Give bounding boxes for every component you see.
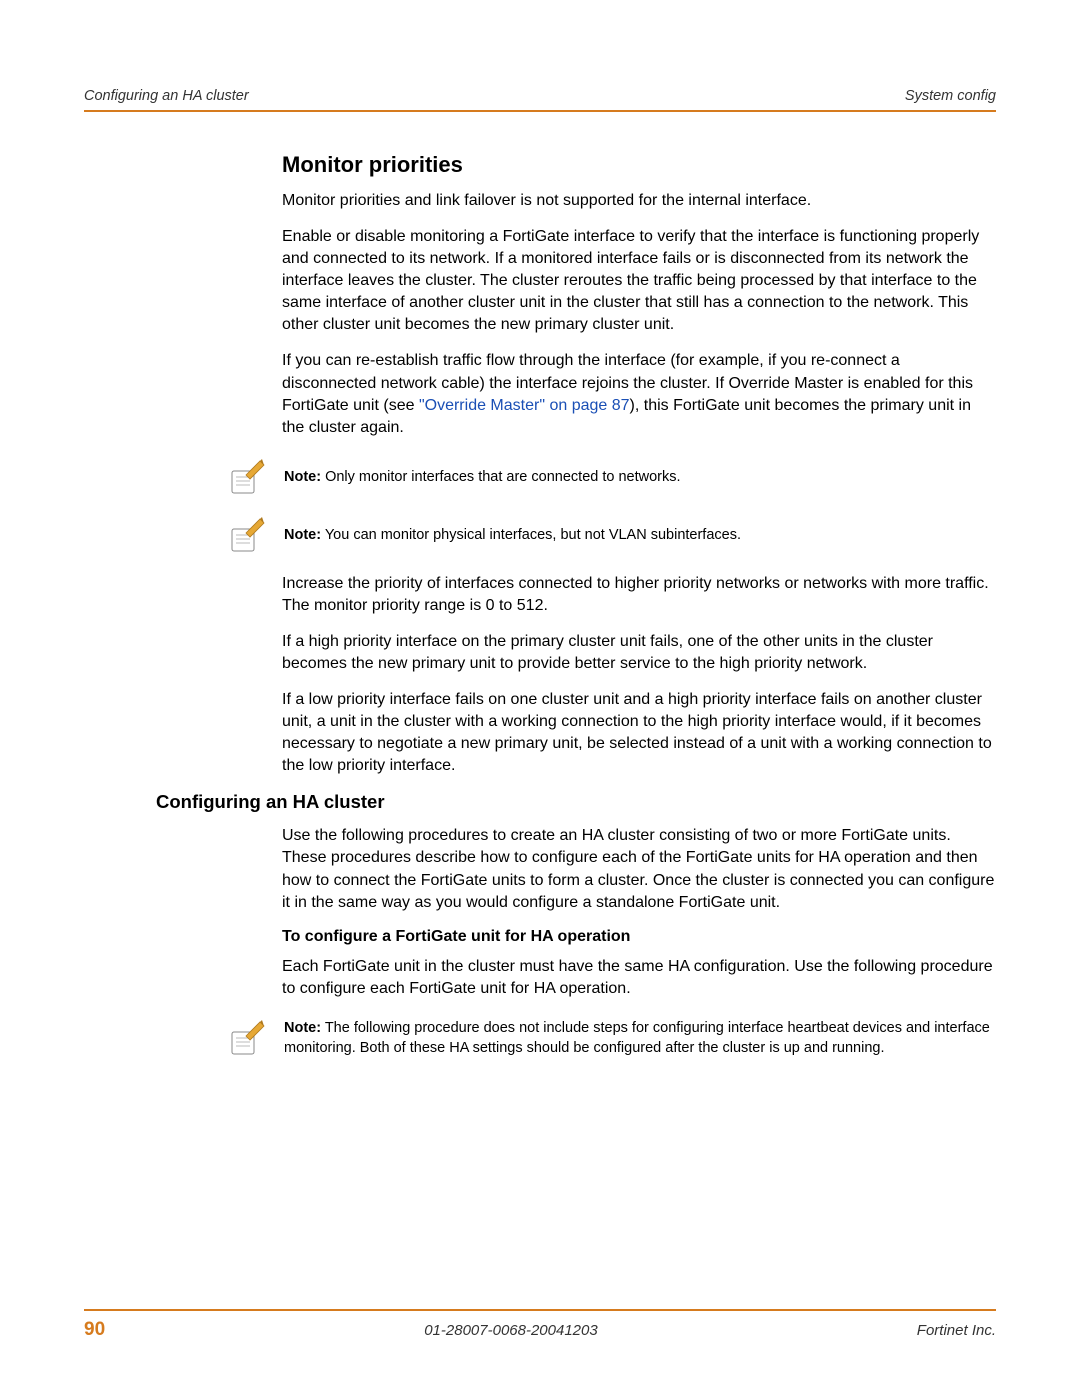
paragraph: If a high priority interface on the prim… [282,631,996,675]
page-footer: 90 01-28007-0068-20041203 Fortinet Inc. [84,1309,996,1341]
heading-monitor-priorities: Monitor priorities [282,152,996,178]
footer-line: 90 01-28007-0068-20041203 Fortinet Inc. [84,1319,996,1341]
company-name: Fortinet Inc. [917,1322,996,1339]
paragraph: Increase the priority of interfaces conn… [282,573,996,617]
note-pencil-icon [226,457,266,497]
heading-configuring-ha-cluster: Configuring an HA cluster [156,791,996,813]
note-pencil-icon [226,515,266,555]
note-label: Note: [284,1020,321,1036]
note-text: Note: You can monitor physical interface… [284,525,741,545]
note-body: Only monitor interfaces that are connect… [321,469,680,485]
paragraph: Enable or disable monitoring a FortiGate… [282,226,996,336]
paragraph: Each FortiGate unit in the cluster must … [282,956,996,1000]
note-label: Note: [284,527,321,543]
note-text: Note: Only monitor interfaces that are c… [284,467,681,487]
note-text: Note: The following procedure does not i… [284,1018,996,1059]
header-rule [84,110,996,112]
cross-reference-link[interactable]: "Override Master" on page 87 [419,397,630,414]
document-id: 01-28007-0068-20041203 [424,1322,598,1339]
page-number: 90 [84,1319,105,1341]
note-block: Note: You can monitor physical interface… [226,515,996,555]
note-body: The following procedure does not include… [284,1020,990,1056]
note-body: You can monitor physical interfaces, but… [321,527,741,543]
content-area: Monitor priorities Monitor priorities an… [84,152,996,1058]
note-block: Note: The following procedure does not i… [226,1018,996,1059]
header-left: Configuring an HA cluster [84,88,249,104]
page: Configuring an HA cluster System config … [0,0,1080,1397]
paragraph: If a low priority interface fails on one… [282,689,996,777]
page-header: Configuring an HA cluster System config [84,88,996,108]
paragraph: If you can re-establish traffic flow thr… [282,350,996,438]
note-label: Note: [284,469,321,485]
note-block: Note: Only monitor interfaces that are c… [226,457,996,497]
paragraph: Monitor priorities and link failover is … [282,190,996,212]
heading-procedure: To configure a FortiGate unit for HA ope… [282,928,996,946]
note-pencil-icon [226,1018,266,1058]
footer-rule [84,1309,996,1311]
header-right: System config [905,88,996,104]
paragraph: Use the following procedures to create a… [282,825,996,913]
